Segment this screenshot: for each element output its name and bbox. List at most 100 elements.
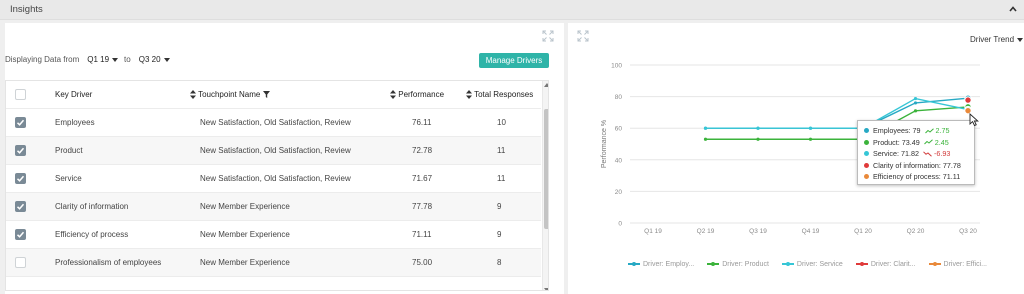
table-row[interactable]: Clarity of information New Member Experie… bbox=[6, 193, 541, 221]
tooltip-row: Service: 71.82 -6.93 bbox=[864, 148, 968, 160]
row-checkbox[interactable] bbox=[15, 201, 26, 212]
cell-total-responses: 11 bbox=[497, 174, 506, 183]
data-point bbox=[964, 96, 972, 104]
row-checkbox[interactable] bbox=[15, 117, 26, 128]
table-header-row: Key Driver Touchpoint Name Performance T… bbox=[6, 81, 541, 109]
select-all-checkbox[interactable] bbox=[15, 89, 26, 100]
caret-down-icon bbox=[163, 57, 170, 62]
column-header-total-responses[interactable]: Total Responses bbox=[466, 81, 533, 109]
table-row[interactable]: Employees New Satisfaction, Old Satisfact… bbox=[6, 109, 541, 137]
legend-item[interactable]: Driver: Employ... bbox=[628, 260, 694, 268]
data-point bbox=[703, 126, 708, 130]
to-period-value: Q3 20 bbox=[138, 55, 161, 64]
data-point bbox=[756, 126, 760, 130]
sort-icon[interactable] bbox=[190, 90, 196, 100]
cell-key-driver: Product bbox=[55, 146, 83, 155]
cell-performance: 72.78 bbox=[412, 146, 433, 155]
trend-down-icon bbox=[923, 151, 932, 157]
cell-key-driver: Employees bbox=[55, 118, 95, 127]
from-period-dropdown[interactable]: Q1 19 bbox=[87, 55, 119, 64]
chevron-up-icon[interactable] bbox=[1008, 4, 1018, 14]
tooltip-label: Efficiency of process: 71.11 bbox=[873, 172, 961, 182]
date-range-prefix: Displaying Data from bbox=[5, 55, 80, 64]
x-tick-label: Q3 20 bbox=[959, 228, 977, 235]
sort-icon[interactable] bbox=[390, 90, 396, 100]
insights-header[interactable]: Insights bbox=[0, 0, 1024, 20]
legend-label: Driver: Employ... bbox=[643, 260, 695, 268]
x-tick-label: Q4 19 bbox=[802, 228, 820, 235]
mouse-cursor-icon bbox=[969, 113, 979, 127]
cell-total-responses: 8 bbox=[497, 258, 502, 267]
expand-icon[interactable] bbox=[542, 30, 554, 42]
scroll-up-arrow-icon[interactable] bbox=[544, 83, 548, 87]
data-point bbox=[808, 126, 813, 130]
table-row[interactable]: Product New Satisfaction, Old Satisfactio… bbox=[6, 137, 541, 165]
checkmark-icon bbox=[16, 147, 25, 154]
table-scrollbar[interactable] bbox=[542, 81, 548, 290]
legend-item[interactable]: Driver: Service bbox=[781, 260, 843, 268]
tooltip-row: Product: 73.49 2.45 bbox=[864, 137, 968, 149]
data-point bbox=[913, 96, 918, 101]
tooltip-label: Employees: 79 bbox=[873, 126, 921, 136]
series-dot-icon bbox=[864, 162, 869, 168]
legend-item[interactable]: Driver: Clarit... bbox=[855, 260, 916, 268]
y-tick-label: 40 bbox=[615, 157, 623, 164]
x-tick-label: Q2 19 bbox=[697, 228, 715, 235]
sort-icon[interactable] bbox=[466, 90, 472, 100]
row-checkbox[interactable] bbox=[15, 173, 26, 184]
column-header-touchpoint[interactable]: Touchpoint Name bbox=[190, 81, 270, 109]
series-dot-icon bbox=[864, 174, 869, 180]
y-tick-label: 0 bbox=[618, 221, 622, 228]
y-tick-label: 20 bbox=[615, 189, 623, 196]
x-tick-label: Q1 19 bbox=[644, 228, 662, 235]
legend-item[interactable]: Driver: Product bbox=[707, 260, 769, 268]
checkmark-icon bbox=[16, 119, 25, 126]
y-tick-label: 100 bbox=[611, 63, 622, 70]
column-header-key-driver[interactable]: Key Driver bbox=[55, 81, 92, 109]
tooltip-delta: 2.75 bbox=[924, 126, 950, 136]
tooltip-delta: -6.93 bbox=[923, 149, 950, 158]
tooltip-delta-value: -6.93 bbox=[933, 149, 951, 159]
table-row[interactable]: Professionalism of employees New Member E… bbox=[6, 249, 541, 277]
table-row[interactable]: Efficiency of process New Member Experien… bbox=[6, 221, 541, 249]
drivers-table: Key Driver Touchpoint Name Performance T… bbox=[5, 80, 549, 291]
row-checkbox[interactable] bbox=[15, 257, 26, 268]
tooltip-row: Employees: 79 2.75 bbox=[864, 125, 968, 137]
chart-tooltip: Employees: 79 2.75 Product: 73.49 2.45 Ser… bbox=[857, 120, 975, 185]
table-row[interactable]: Service New Satisfaction, Old Satisfactio… bbox=[6, 165, 541, 193]
row-checkbox[interactable] bbox=[15, 145, 26, 156]
column-header-performance[interactable]: Performance bbox=[390, 81, 444, 109]
legend-swatch bbox=[781, 260, 794, 268]
legend-item[interactable]: Driver: Effici... bbox=[928, 260, 987, 268]
cell-total-responses: 9 bbox=[497, 230, 502, 239]
cell-touchpoint: New Member Experience bbox=[200, 258, 290, 267]
tooltip-delta-value: 2.45 bbox=[934, 137, 949, 147]
performance-header-label: Performance bbox=[398, 90, 445, 99]
scroll-down-arrow-icon[interactable] bbox=[544, 288, 548, 290]
row-checkbox[interactable] bbox=[15, 229, 26, 240]
filter-icon[interactable] bbox=[262, 91, 270, 99]
date-range-to-label: to bbox=[124, 55, 131, 64]
series-dot-icon bbox=[864, 128, 869, 134]
legend-label: Driver: Clarit... bbox=[870, 260, 916, 268]
cell-touchpoint: New Member Experience bbox=[200, 230, 290, 239]
cell-total-responses: 9 bbox=[497, 202, 502, 211]
scroll-thumb[interactable] bbox=[544, 109, 548, 229]
cell-key-driver: Professionalism of employees bbox=[55, 258, 162, 267]
series-dot-icon bbox=[864, 139, 869, 145]
from-period-value: Q1 19 bbox=[87, 55, 110, 64]
tooltip-label: Clarity of information: 77.78 bbox=[873, 160, 961, 170]
y-tick-label: 60 bbox=[615, 126, 623, 133]
cell-key-driver: Clarity of information bbox=[55, 202, 129, 211]
checkmark-icon bbox=[16, 203, 25, 210]
cell-touchpoint: New Satisfaction, Old Satisfaction, Revi… bbox=[200, 146, 351, 155]
tooltip-row: Clarity of information: 77.78 bbox=[864, 160, 968, 172]
tooltip-delta-value: 2.75 bbox=[935, 126, 950, 136]
tooltip-label: Product: 73.49 bbox=[873, 137, 920, 147]
legend-swatch bbox=[707, 260, 720, 268]
to-period-dropdown[interactable]: Q3 20 bbox=[139, 55, 170, 64]
data-point bbox=[808, 137, 813, 141]
data-point bbox=[703, 137, 708, 141]
x-tick-label: Q1 20 bbox=[854, 228, 872, 235]
manage-drivers-button[interactable]: Manage Drivers bbox=[479, 53, 549, 68]
